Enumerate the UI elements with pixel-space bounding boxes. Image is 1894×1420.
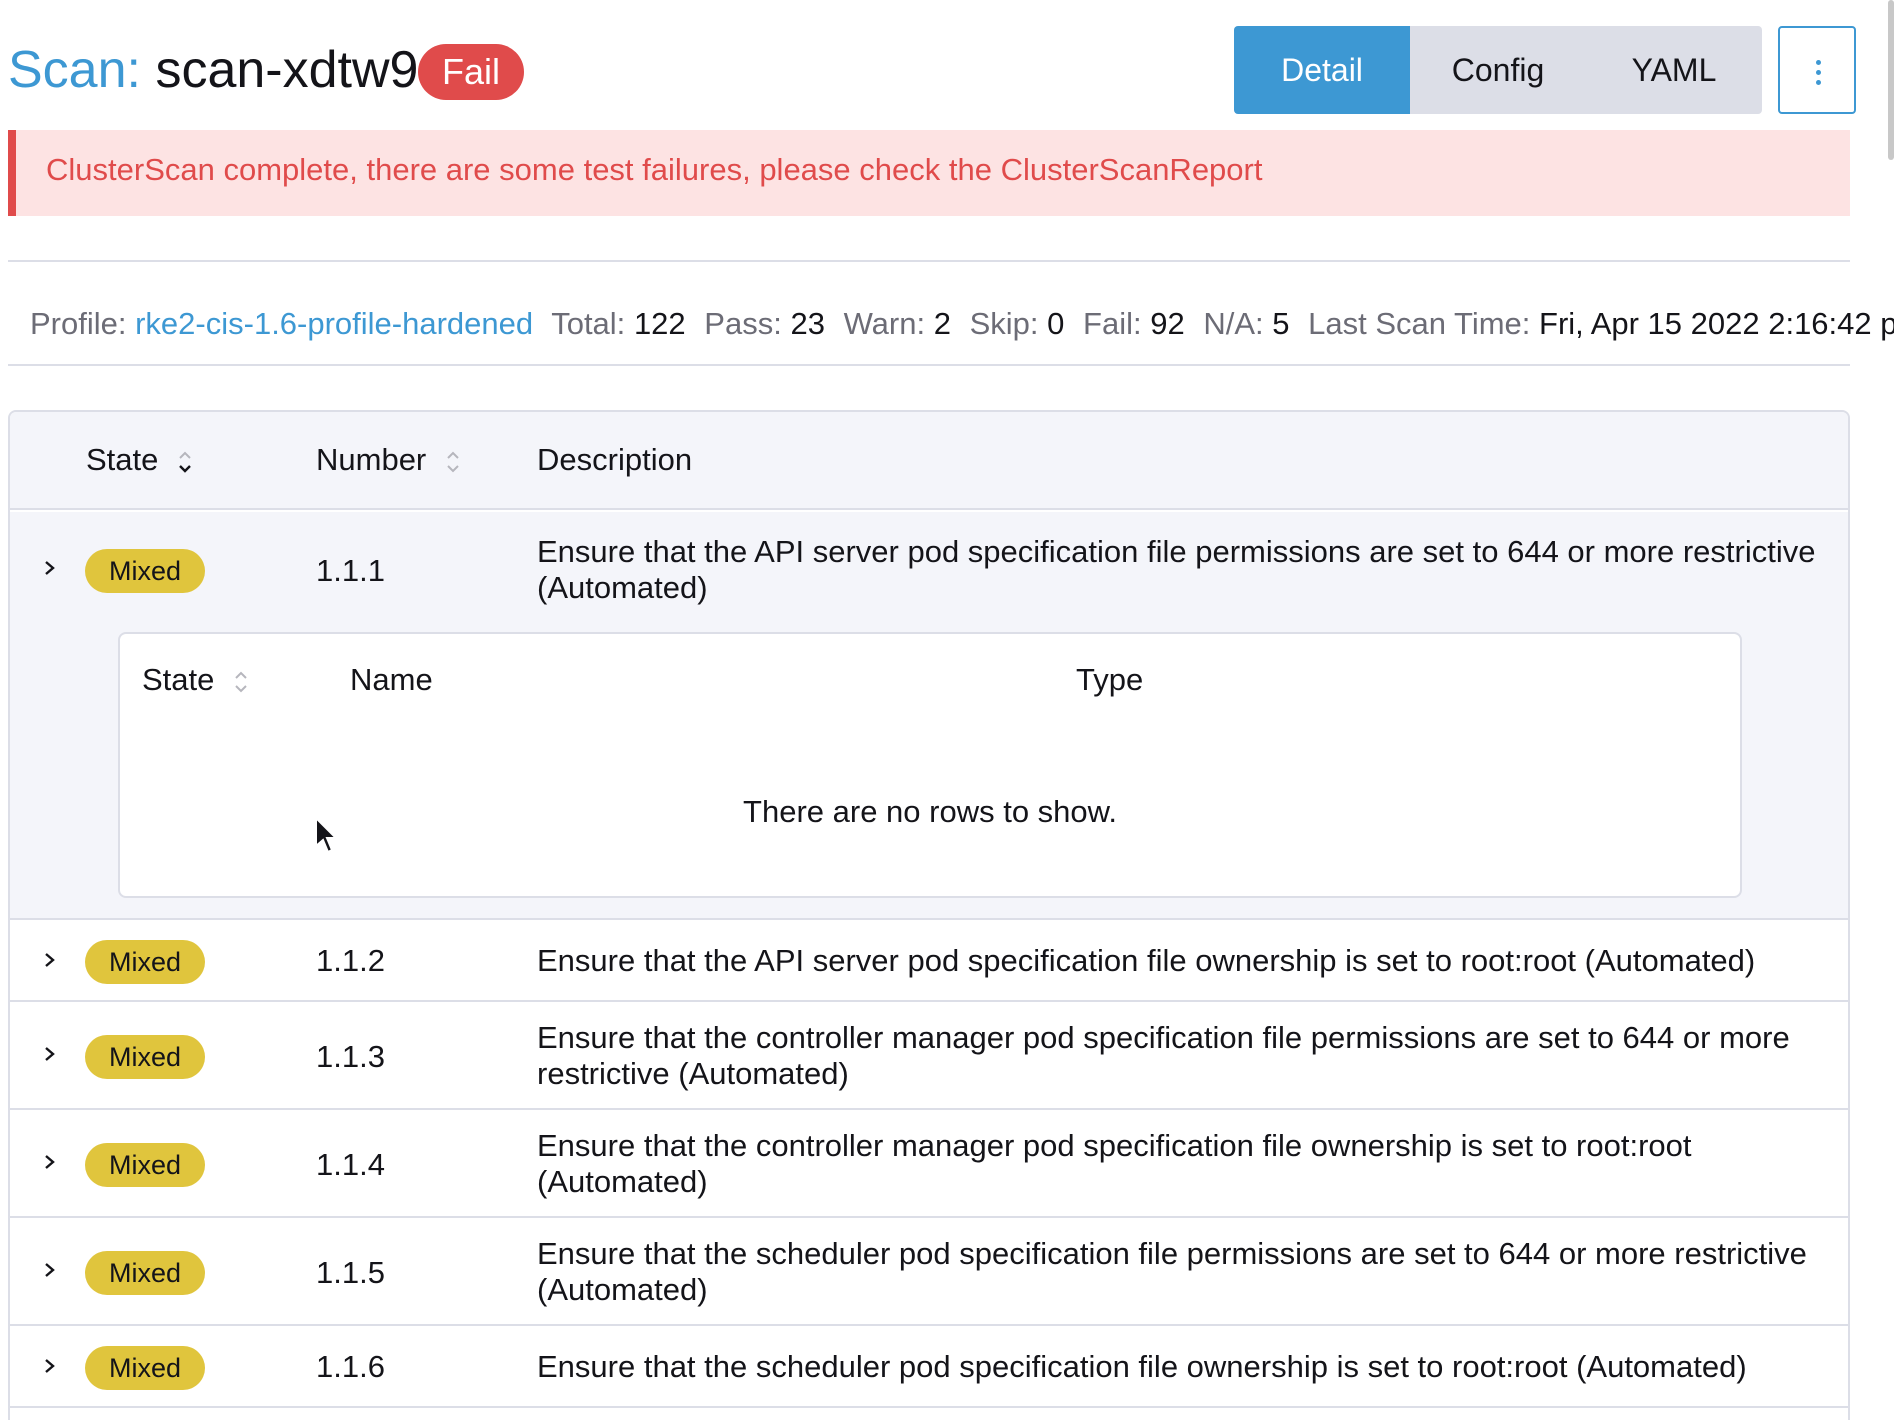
- nodes-subtable: State Name Type There are no rows to sho…: [118, 632, 1742, 898]
- chevron-right-icon[interactable]: [40, 1258, 60, 1282]
- row-number: 1.1.4: [316, 1147, 385, 1182]
- error-banner: ClusterScan complete, there are some tes…: [8, 130, 1850, 216]
- total-value: 122: [633, 306, 686, 341]
- table-row: Mixed 1.1.5 Ensure that the scheduler po…: [10, 1220, 1848, 1326]
- scrollbar[interactable]: [1888, 0, 1894, 160]
- state-badge-mixed: Mixed: [85, 549, 205, 593]
- warn-label: Warn:: [843, 306, 926, 341]
- empty-state-message: There are no rows to show.: [743, 794, 1117, 829]
- column-header-state[interactable]: State: [86, 442, 193, 478]
- table-row: Mixed 1.1.2 Ensure that the API server p…: [10, 922, 1848, 1002]
- tab-detail[interactable]: Detail: [1234, 26, 1410, 114]
- divider: [8, 364, 1850, 366]
- page-header: Scan: scan-xdtw9 Fail Detail Config YAML: [8, 26, 1856, 118]
- pass-label: Pass:: [704, 306, 782, 341]
- column-label: State: [86, 442, 159, 477]
- row-description: Ensure that the scheduler pod specificat…: [537, 1236, 1807, 1307]
- table-header: State Number Description: [10, 412, 1848, 510]
- warn-value: 2: [933, 306, 951, 341]
- profile-label: Profile:: [30, 306, 127, 341]
- state-badge-mixed: Mixed: [85, 1346, 205, 1390]
- table-row: Mixed 1.1.6 Ensure that the scheduler po…: [10, 1328, 1848, 1408]
- banner-message: ClusterScan complete, there are some tes…: [46, 152, 1263, 187]
- row-description: Ensure that the scheduler pod specificat…: [537, 1349, 1747, 1384]
- subcolumn-header-name: Name: [350, 662, 433, 697]
- last-scan-label: Last Scan Time:: [1308, 306, 1531, 341]
- profile-link[interactable]: rke2-cis-1.6-profile-hardened: [135, 306, 533, 341]
- chevron-right-icon[interactable]: [40, 1354, 60, 1378]
- column-header-description: Description: [537, 442, 693, 477]
- scan-summary: Profile: rke2-cis-1.6-profile-hardened T…: [30, 306, 1894, 342]
- tab-config[interactable]: Config: [1410, 26, 1586, 114]
- fail-label: Fail:: [1083, 306, 1142, 341]
- page-title: Scan: scan-xdtw9: [8, 40, 418, 100]
- na-value: 5: [1272, 306, 1290, 341]
- skip-label: Skip:: [969, 306, 1039, 341]
- state-badge-mixed: Mixed: [85, 1251, 205, 1295]
- table-row-expanded: Mixed 1.1.1 Ensure that the API server p…: [10, 512, 1848, 920]
- column-header-number[interactable]: Number: [316, 442, 461, 478]
- table-row: Mixed 1.1.3 Ensure that the controller m…: [10, 1004, 1848, 1110]
- sort-descending-icon: [179, 451, 191, 473]
- status-badge: Fail: [418, 44, 525, 100]
- chevron-down-icon[interactable]: [40, 556, 60, 580]
- chevron-right-icon[interactable]: [40, 1042, 60, 1066]
- results-table: State Number Description Mixed 1.1.1 Ens…: [8, 410, 1850, 1420]
- state-badge-mixed: Mixed: [85, 1143, 205, 1187]
- vertical-ellipsis-icon: [1816, 60, 1822, 86]
- subcolumn-header-state[interactable]: State: [142, 662, 249, 698]
- row-number: 1.1.5: [316, 1255, 385, 1290]
- row-description: Ensure that the API server pod specifica…: [537, 943, 1756, 978]
- row-number: 1.1.6: [316, 1349, 385, 1384]
- column-label: Number: [316, 442, 427, 477]
- more-actions-button[interactable]: [1778, 26, 1856, 114]
- scan-name: scan-xdtw9: [155, 41, 419, 99]
- mouse-pointer-icon: [315, 816, 338, 854]
- total-label: Total:: [551, 306, 626, 341]
- row-description: Ensure that the API server pod specifica…: [537, 534, 1816, 605]
- chevron-right-icon[interactable]: [40, 1150, 60, 1174]
- sort-icon: [235, 671, 247, 693]
- state-badge-mixed: Mixed: [85, 940, 205, 984]
- chevron-right-icon[interactable]: [40, 948, 60, 972]
- row-description: Ensure that the controller manager pod s…: [537, 1020, 1790, 1091]
- column-label: State: [142, 662, 215, 697]
- divider: [8, 260, 1850, 262]
- tab-yaml[interactable]: YAML: [1586, 26, 1762, 114]
- fail-value: 92: [1150, 306, 1185, 341]
- table-row: Mixed 1.1.4 Ensure that the controller m…: [10, 1112, 1848, 1218]
- state-badge-mixed: Mixed: [85, 1035, 205, 1079]
- subcolumn-header-type: Type: [1076, 662, 1144, 697]
- row-number: 1.1.1: [316, 553, 385, 588]
- pass-value: 23: [790, 306, 825, 341]
- scan-label: Scan:: [8, 41, 141, 99]
- sort-icon: [447, 451, 459, 473]
- row-number: 1.1.3: [316, 1039, 385, 1074]
- skip-value: 0: [1047, 306, 1065, 341]
- row-description: Ensure that the controller manager pod s…: [537, 1128, 1692, 1199]
- last-scan-value: Fri, Apr 15 2022 2:16:42 pm: [1539, 306, 1894, 341]
- na-label: N/A:: [1203, 306, 1264, 341]
- row-number: 1.1.2: [316, 943, 385, 978]
- view-mode-toggle: Detail Config YAML: [1234, 26, 1762, 114]
